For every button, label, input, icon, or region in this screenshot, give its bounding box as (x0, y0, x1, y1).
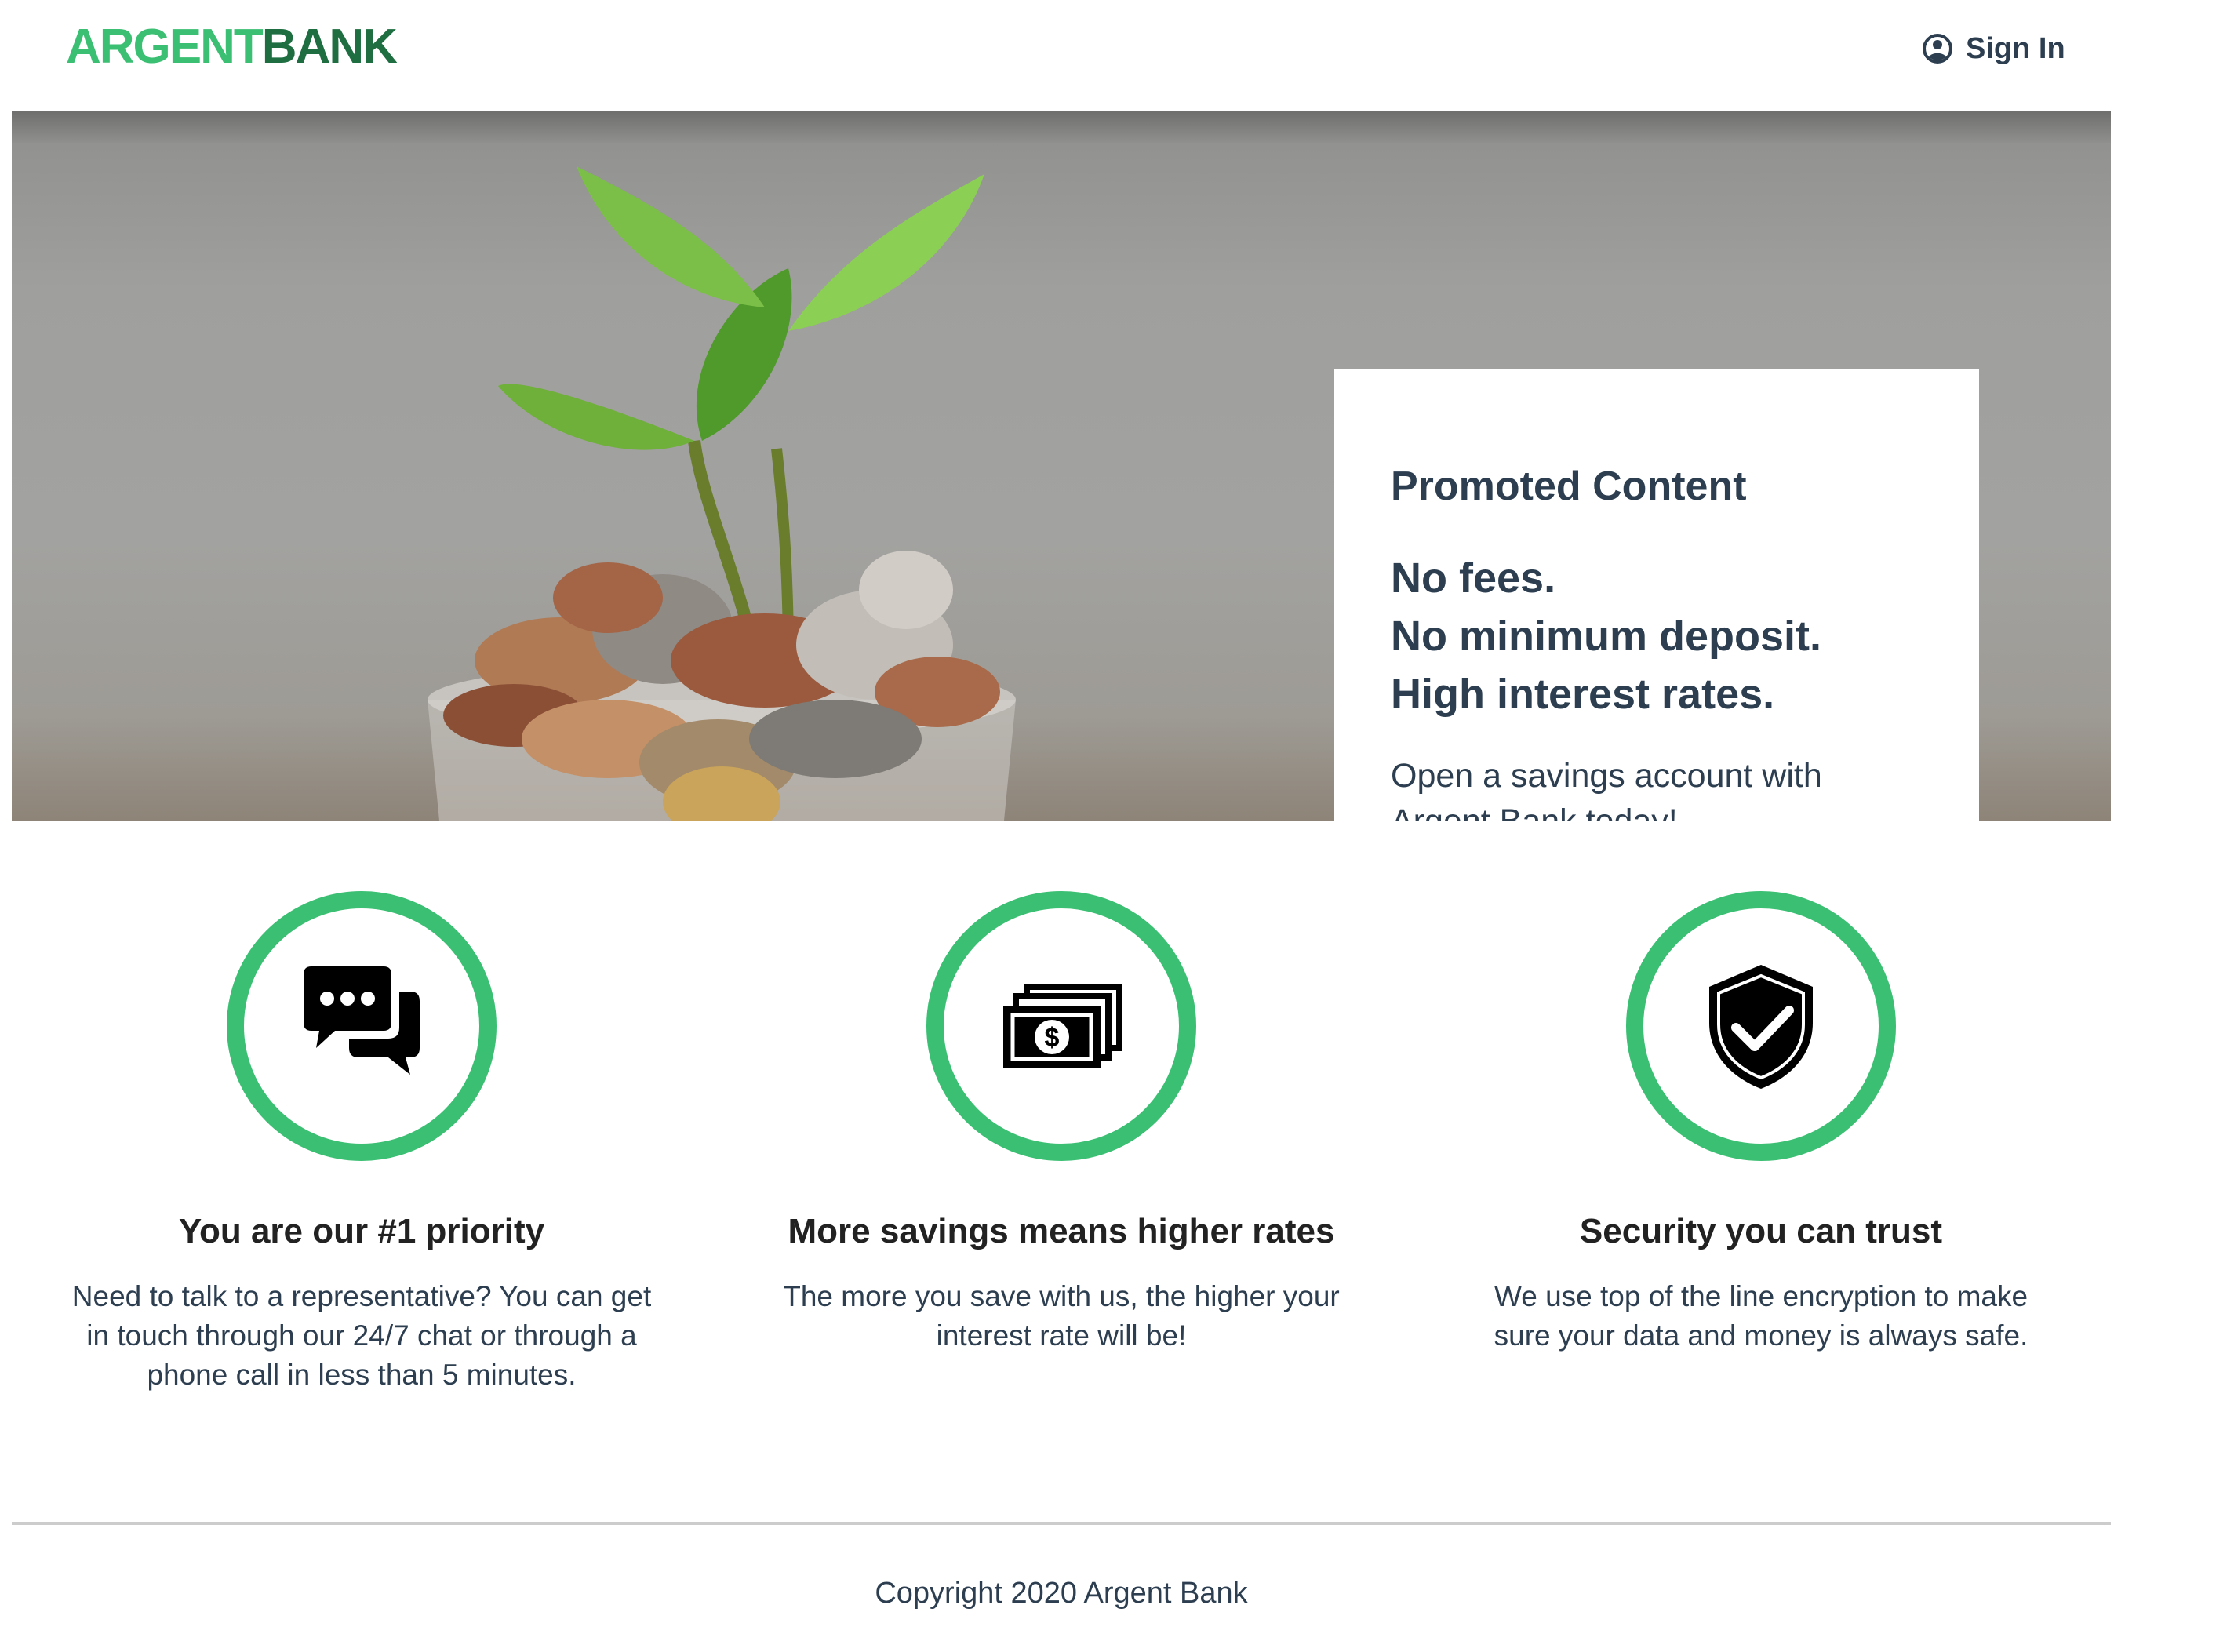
shield-check-icon (1709, 965, 1813, 1089)
feature-text: Need to talk to a representative? You ca… (71, 1280, 652, 1391)
footer: Copyright 2020 Argent Bank (12, 1577, 2111, 1610)
feature-item: Security you can trust We use top of the… (1411, 891, 2111, 1355)
features-section: You are our #1 priority Need to talk to … (12, 821, 2111, 1519)
logo-part-argent: ARGENT (66, 20, 264, 74)
promo-line: No fees. (1391, 555, 1556, 602)
feature-icon-circle (227, 891, 497, 1161)
feature-item: You are our #1 priority Need to talk to … (12, 891, 711, 1395)
feature-title: Security you can trust (1579, 1212, 1943, 1250)
promo-line: High interest rates. (1391, 671, 1775, 718)
feature-title: You are our #1 priority (178, 1212, 545, 1250)
copyright-text: Copyright 2020 Argent Bank (875, 1577, 1248, 1610)
money-bills-icon: $ (1003, 984, 1122, 1068)
footer-divider (12, 1522, 2111, 1525)
svg-text:$: $ (1045, 1023, 1060, 1053)
promo-subtitle: Promoted Content (1391, 464, 1747, 509)
hero-banner: Promoted Content No fees. No minimum dep… (12, 111, 2111, 821)
chat-bubbles-icon (304, 966, 420, 1075)
feature-text: The more you save with us, the higher yo… (783, 1280, 1340, 1352)
promo-text: Open a savings account with Argent Bank … (1391, 757, 1822, 821)
sign-in-link[interactable]: Sign In (1922, 27, 2065, 71)
feature-icon-circle (1626, 891, 1896, 1161)
feature-title: More savings means higher rates (788, 1212, 1335, 1250)
feature-item: $ More savings means higher rates The mo… (711, 891, 1411, 1355)
argent-bank-logo[interactable]: ARGENTBANK (66, 16, 398, 78)
promoted-content-card: Promoted Content No fees. No minimum dep… (1334, 369, 1979, 821)
main-nav: ARGENTBANK Sign In (0, 0, 2234, 111)
user-circle-icon (1923, 34, 1952, 64)
feature-icon-circle: $ (926, 891, 1196, 1161)
sign-in-label: Sign In (1966, 31, 2065, 65)
promo-line: No minimum deposit. (1391, 613, 1822, 660)
logo-part-bank: BANK (261, 20, 398, 74)
feature-text: We use top of the line encryption to mak… (1494, 1280, 2028, 1352)
